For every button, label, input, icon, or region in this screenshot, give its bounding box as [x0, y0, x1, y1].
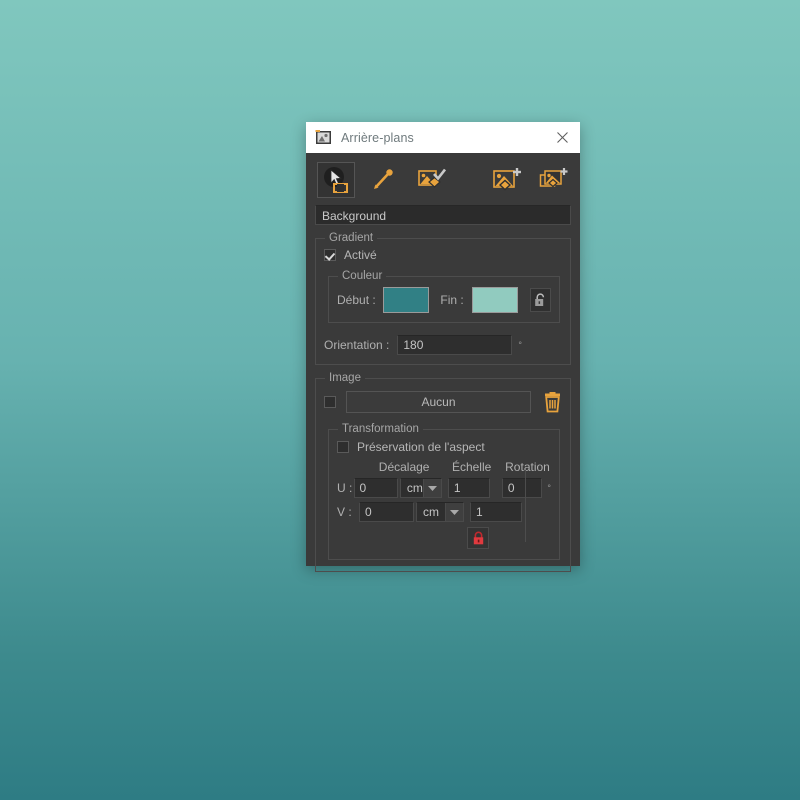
- start-color-label: Début :: [337, 293, 383, 307]
- column-divider: [525, 470, 526, 542]
- pick-color-tool[interactable]: [365, 162, 402, 198]
- rotation-header: Rotation: [504, 460, 551, 474]
- offset-header: Décalage: [363, 460, 445, 474]
- orientation-label: Orientation :: [324, 338, 389, 352]
- v-axis-label: V :: [337, 505, 359, 519]
- gradient-enabled-label: Activé: [344, 248, 377, 262]
- transformation-group-title: Transformation: [338, 423, 423, 435]
- image-enabled-checkbox[interactable]: [324, 396, 336, 408]
- gradient-enabled-row: Activé: [324, 248, 562, 262]
- trash-icon[interactable]: [543, 392, 562, 413]
- backgrounds-dialog: Arrière-plans: [306, 122, 580, 566]
- v-offset-input[interactable]: 0: [359, 502, 414, 522]
- chevron-down-icon: [423, 479, 441, 497]
- end-color-label: Fin :: [429, 293, 472, 307]
- window-titlebar: Arrière-plans: [306, 122, 580, 153]
- u-unit-combo[interactable]: cm: [400, 478, 442, 498]
- u-offset-input[interactable]: 0: [354, 478, 398, 498]
- u-unit-value: cm: [401, 479, 423, 497]
- image-picture-icon: [315, 129, 332, 146]
- dialog-body: Background Gradient Activé Couleur Début…: [306, 153, 580, 566]
- table-row: U : 0 cm 1 0 °: [337, 478, 551, 498]
- transformation-group: Transformation Préservation de l'aspect …: [328, 429, 560, 560]
- rotation-unit-label: °: [547, 483, 551, 493]
- scale-lock-row: [337, 527, 551, 549]
- rotation-input[interactable]: 0: [502, 478, 543, 498]
- padlock-open-icon[interactable]: [530, 288, 551, 312]
- gradient-enabled-checkbox[interactable]: [324, 249, 336, 261]
- image-group-title: Image: [325, 372, 365, 384]
- v-unit-combo[interactable]: cm: [416, 502, 464, 522]
- apply-background-tool[interactable]: [412, 162, 449, 198]
- scale-header: Échelle: [451, 460, 492, 474]
- orientation-unit-label: °: [518, 340, 522, 350]
- chevron-down-icon: [445, 503, 463, 521]
- v-scale-input[interactable]: 1: [470, 502, 522, 522]
- orientation-input[interactable]: 180: [397, 335, 512, 355]
- color-group-title: Couleur: [338, 270, 386, 282]
- close-button[interactable]: [544, 122, 580, 153]
- image-group: Image Aucun: [315, 378, 571, 572]
- gradient-group: Gradient Activé Couleur Début : Fin :: [315, 238, 571, 365]
- preserve-aspect-label: Préservation de l'aspect: [357, 440, 485, 454]
- image-file-row: Aucun: [324, 391, 562, 413]
- background-name-input[interactable]: Background: [315, 205, 571, 225]
- add-background-tool[interactable]: [488, 162, 525, 198]
- color-group: Couleur Début : Fin :: [328, 276, 560, 323]
- end-color-swatch[interactable]: [472, 287, 518, 313]
- toolbar: [313, 159, 573, 201]
- duplicate-background-tool[interactable]: [536, 162, 573, 198]
- color-row: Début : Fin :: [337, 287, 551, 313]
- image-file-button[interactable]: Aucun: [346, 391, 531, 413]
- window-title: Arrière-plans: [341, 131, 544, 145]
- preserve-aspect-row: Préservation de l'aspect: [337, 440, 551, 454]
- u-axis-label: U :: [337, 481, 354, 495]
- select-background-tool[interactable]: [317, 162, 355, 198]
- u-scale-input[interactable]: 1: [448, 478, 490, 498]
- transformation-headers: Décalage Échelle Rotation: [337, 460, 551, 474]
- orientation-row: Orientation : 180 °: [324, 335, 562, 355]
- table-row: V : 0 cm 1: [337, 502, 551, 522]
- gradient-group-title: Gradient: [325, 232, 377, 244]
- start-color-swatch[interactable]: [383, 287, 429, 313]
- padlock-locked-icon[interactable]: [467, 527, 489, 549]
- v-unit-value: cm: [417, 503, 445, 521]
- preserve-aspect-checkbox[interactable]: [337, 441, 349, 453]
